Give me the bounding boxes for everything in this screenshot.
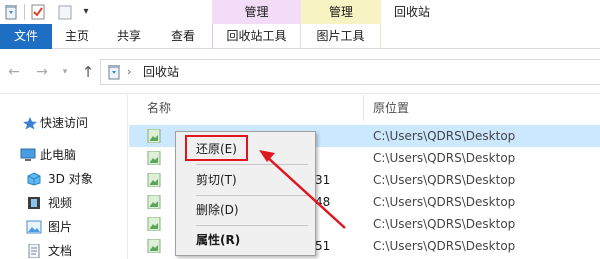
menu-item-delete[interactable]: 删除(D) [176, 198, 315, 222]
original-location-cell: C:\Users\QDRS\Desktop [373, 173, 516, 187]
3d-cube-icon [27, 172, 41, 186]
original-location-cell: C:\Users\QDRS\Desktop [373, 151, 516, 165]
video-icon [28, 197, 40, 209]
original-location-cell: C:\Users\QDRS\Desktop [373, 239, 516, 253]
nav-label: 快速访问 [40, 116, 89, 130]
nav-item-quick-access[interactable]: 快速访问 [0, 111, 128, 135]
recycle-bin-icon[interactable] [4, 4, 18, 20]
image-file-icon [147, 151, 161, 165]
file-name-fragment: 31 [315, 173, 331, 187]
menu-divider [196, 195, 308, 196]
picture-icon [26, 220, 42, 234]
file-name-fragment: 48 [315, 195, 331, 209]
image-file-icon [147, 129, 161, 143]
image-file-icon [147, 217, 161, 231]
address-bar[interactable]: › 回收站 [100, 59, 600, 85]
original-location-cell: C:\Users\QDRS\Desktop [373, 195, 516, 209]
breadcrumb-chevron-icon[interactable]: › [127, 60, 131, 84]
menu-item-label: 删除(D) [196, 203, 239, 217]
column-divider[interactable] [363, 95, 364, 121]
nav-label: 此电脑 [40, 148, 77, 162]
tab-home[interactable]: 主页 [54, 24, 100, 49]
title-bar: ▾ 管理 管理 回收站 [0, 0, 600, 24]
recycle-bin-icon [108, 65, 120, 80]
menu-item-cut[interactable]: 剪切(T) [176, 168, 315, 192]
forward-arrow-icon[interactable]: → [32, 62, 52, 82]
properties-icon[interactable] [30, 4, 46, 20]
nav-label: 文档 [48, 244, 73, 258]
original-location-cell: C:\Users\QDRS\Desktop [373, 217, 516, 231]
navigation-pane: 快速访问 此电脑 3D 对象 视频 图片 文档 [0, 95, 128, 259]
image-file-icon [147, 239, 161, 253]
navigation-bar: ← → ▾ ↑ › 回收站 [0, 50, 600, 94]
nav-label: 3D 对象 [48, 172, 93, 186]
annotation-highlight-box [185, 135, 248, 161]
new-folder-icon[interactable] [58, 4, 74, 20]
nav-label: 图片 [48, 220, 73, 234]
menu-divider [196, 225, 308, 226]
manage-context-header-recycle: 管理 [212, 0, 301, 24]
menu-item-properties[interactable]: 属性(R) [176, 228, 315, 252]
nav-item-3d-objects[interactable]: 3D 对象 [0, 167, 128, 191]
quick-access-divider [24, 4, 25, 20]
nav-item-this-pc[interactable]: 此电脑 [0, 143, 128, 167]
ribbon-tabs: 文件 主页 共享 查看 回收站工具 图片工具 [0, 24, 600, 49]
star-icon [23, 117, 37, 130]
computer-icon [20, 148, 36, 161]
tab-share[interactable]: 共享 [104, 24, 154, 49]
customize-quick-access-icon[interactable]: ▾ [80, 4, 92, 20]
image-file-icon [147, 195, 161, 209]
image-file-icon [147, 173, 161, 187]
tab-file[interactable]: 文件 [0, 24, 52, 49]
menu-item-label: 剪切(T) [196, 173, 237, 187]
column-header-name[interactable]: 名称 [147, 95, 171, 121]
document-icon [28, 244, 40, 258]
breadcrumb-location[interactable]: 回收站 [143, 60, 179, 84]
original-location-cell: C:\Users\QDRS\Desktop [373, 129, 516, 143]
nav-item-videos[interactable]: 视频 [0, 191, 128, 215]
recent-locations-icon[interactable]: ▾ [58, 62, 72, 82]
tab-picture-tools[interactable]: 图片工具 [301, 24, 381, 49]
window-title: 回收站 [394, 5, 431, 19]
up-arrow-icon[interactable]: ↑ [78, 62, 98, 82]
menu-divider [196, 164, 308, 165]
nav-item-pictures[interactable]: 图片 [0, 215, 128, 239]
menu-item-label: 属性(R) [196, 233, 241, 247]
file-name-fragment: 51 [315, 239, 331, 253]
back-arrow-icon[interactable]: ← [4, 62, 24, 82]
tab-view[interactable]: 查看 [158, 24, 208, 49]
nav-item-documents[interactable]: 文档 [0, 239, 128, 259]
column-header-original-location[interactable]: 原位置 [373, 95, 409, 121]
tab-recycle-bin-tools[interactable]: 回收站工具 [212, 24, 301, 49]
manage-context-header-picture: 管理 [301, 0, 381, 24]
nav-label: 视频 [48, 196, 73, 210]
